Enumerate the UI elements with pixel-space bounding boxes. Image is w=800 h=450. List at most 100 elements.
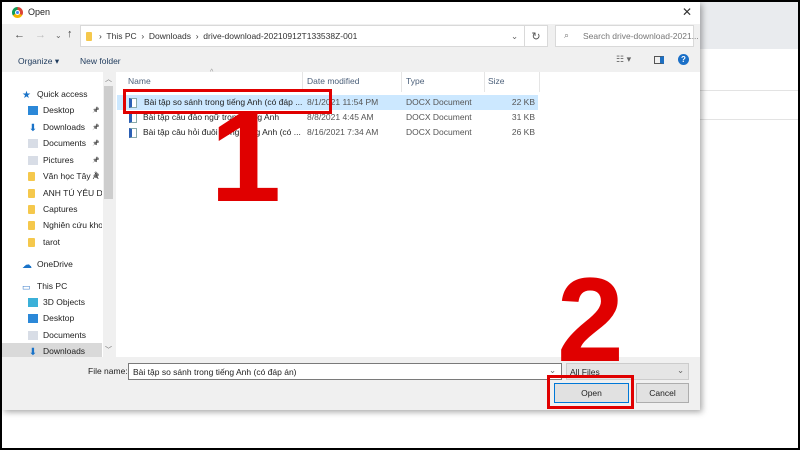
file-size: 26 KB	[511, 127, 535, 137]
file-type: DOCX Document	[406, 97, 472, 107]
nav-item-label: Desktop	[43, 105, 75, 115]
nav-item-label: Downloads	[43, 346, 86, 356]
breadcrumb: › This PC › Downloads › drive-download-2…	[99, 31, 358, 41]
file-name-label: File name:	[88, 366, 128, 376]
folder-icon	[28, 171, 35, 181]
desktop-icon	[28, 313, 38, 323]
pin-icon[interactable]: 📌	[92, 107, 99, 114]
nav-item-label: ANH TÚ YÊU DẤ	[43, 188, 102, 198]
nav-item-label: Desktop	[43, 313, 75, 323]
pin-icon[interactable]: 📌	[92, 124, 99, 131]
nav-item[interactable]: ⬇ Downloads 📌	[2, 119, 102, 135]
up-arrow-icon[interactable]: ↑	[67, 28, 73, 40]
help-icon[interactable]: ?	[678, 54, 689, 65]
file-size: 31 KB	[511, 112, 535, 122]
recent-chevron-icon[interactable]: ⌄	[55, 31, 62, 40]
annotation-step-1: 1	[210, 86, 282, 229]
chevron-down-icon: ⌄	[677, 365, 685, 375]
nav-item[interactable]: 3D Objects	[2, 294, 102, 310]
nav-item[interactable]: ☁ OneDrive	[2, 256, 102, 272]
file-type: DOCX Document	[406, 112, 472, 122]
divider	[699, 90, 798, 91]
nav-item-label: Downloads	[43, 122, 86, 132]
preview-pane-icon[interactable]	[654, 56, 664, 64]
search-icon: ⌕	[564, 30, 570, 40]
divider	[699, 119, 798, 120]
background-app-header	[699, 2, 798, 49]
close-icon[interactable]: ✕	[682, 5, 692, 19]
nav-item[interactable]: Pictures 📌	[2, 152, 102, 168]
folder-icon	[28, 204, 35, 214]
organize-button[interactable]: Organize ▾	[18, 56, 59, 67]
nav-item[interactable]: Desktop 📌	[2, 102, 102, 118]
sort-ascending-icon: ^	[210, 69, 214, 76]
crumb-this-pc[interactable]: This PC	[106, 31, 136, 41]
back-arrow-icon[interactable]: ←	[14, 29, 25, 41]
nav-item[interactable]: Documents 📌	[2, 135, 102, 151]
forward-arrow-icon[interactable]: →	[35, 29, 46, 41]
documents-icon	[28, 330, 38, 340]
nav-item-label: Pictures	[43, 155, 74, 165]
folder-icon	[86, 32, 92, 41]
nav-item-label: This PC	[37, 281, 68, 291]
column-header-date[interactable]: Date modified	[307, 76, 359, 86]
pin-icon[interactable]: 📌	[92, 157, 99, 164]
nav-item-label: tarot	[43, 237, 61, 247]
nav-item-label: 3D Objects	[43, 297, 86, 307]
nav-item-label: Văn học Tây Â	[43, 171, 99, 181]
file-date: 8/16/2021 7:34 AM	[307, 127, 379, 137]
cancel-button[interactable]: Cancel	[636, 383, 689, 403]
search-box[interactable]: ⌕ Search drive-download-2021...	[555, 25, 699, 47]
crumb-downloads[interactable]: Downloads	[149, 31, 191, 41]
file-name-input[interactable]: Bài tập so sánh trong tiếng Anh (có đáp …	[128, 363, 562, 380]
annotation-step-2: 2	[557, 253, 624, 387]
nav-item[interactable]: Documents	[2, 327, 102, 343]
nav-item-label: Nghiên cứu khoa	[43, 220, 102, 230]
file-row[interactable]: Bài tập câu hỏi đuôi trong tiếng Anh (có…	[117, 125, 538, 140]
nav-item[interactable]: ⬇ Downloads	[2, 343, 102, 357]
window-title: Open	[28, 7, 51, 17]
column-header-size[interactable]: Size	[488, 76, 505, 86]
nav-item-label: Quick access	[37, 89, 88, 99]
crumb-folder[interactable]: drive-download-20210912T133538Z-001	[203, 31, 357, 41]
folder-icon	[28, 237, 35, 247]
search-input[interactable]: Search drive-download-2021...	[583, 31, 699, 41]
refresh-button[interactable]: ↻	[524, 25, 548, 47]
nav-item[interactable]: Captures	[2, 201, 102, 217]
column-header-type[interactable]: Type	[406, 76, 424, 86]
nav-item-label: Documents	[43, 330, 86, 340]
nav-item[interactable]: Desktop	[2, 310, 102, 326]
nav-item[interactable]: Nghiên cứu khoa	[2, 217, 102, 233]
cloud-icon: ☁	[22, 259, 32, 271]
docx-file-icon	[129, 128, 137, 138]
file-size: 22 KB	[511, 97, 535, 107]
star-icon: ★	[22, 89, 31, 101]
title-bar: Open ✕	[2, 2, 700, 24]
nav-item[interactable]: Văn học Tây Â 📌	[2, 168, 102, 184]
nav-item-label: Captures	[43, 204, 78, 214]
nav-item[interactable]: ▭ This PC	[2, 278, 102, 294]
new-folder-button[interactable]: New folder	[80, 56, 121, 66]
docx-file-icon	[129, 113, 137, 123]
nav-scrollbar[interactable]: ︿ ﹀	[103, 72, 114, 357]
cube-icon	[28, 297, 38, 307]
desktop-icon	[28, 105, 38, 115]
refresh-icon: ↻	[531, 30, 541, 43]
documents-icon	[28, 138, 38, 148]
address-dropdown-icon[interactable]: ⌄	[511, 31, 518, 42]
pictures-icon	[28, 155, 38, 165]
navigation-pane: ★ Quick access Desktop 📌 ⬇ Downloads 📌 Document…	[2, 72, 114, 357]
address-bar[interactable]: › This PC › Downloads › drive-download-2…	[80, 25, 525, 47]
column-header-name[interactable]: Name	[128, 76, 151, 86]
pin-icon[interactable]: 📌	[92, 140, 99, 147]
nav-item-label: Documents	[43, 138, 86, 148]
folder-icon	[28, 220, 35, 230]
nav-item[interactable]: ★ Quick access	[2, 86, 102, 102]
chrome-icon	[12, 7, 23, 18]
pin-icon[interactable]: 📌	[92, 173, 99, 180]
computer-icon: ▭	[22, 281, 31, 292]
nav-item[interactable]: tarot	[2, 234, 102, 250]
view-options-icon[interactable]: ☷ ▾	[616, 54, 631, 65]
file-name-value: Bài tập so sánh trong tiếng Anh (có đáp …	[133, 367, 297, 377]
nav-item[interactable]: ANH TÚ YÊU DẤ	[2, 185, 102, 201]
